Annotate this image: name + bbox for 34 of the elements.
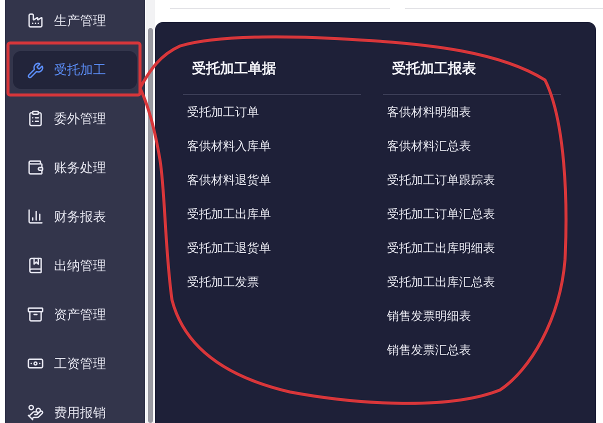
factory-icon — [27, 12, 44, 29]
menu-link[interactable]: 受托加工订单跟踪表 — [383, 163, 561, 197]
menu-link[interactable]: 受托加工订单汇总表 — [383, 197, 561, 231]
menu-link[interactable]: 受托加工出库明细表 — [383, 231, 561, 265]
menu-link[interactable]: 销售发票明细表 — [383, 299, 561, 333]
menu-link[interactable]: 客供材料退货单 — [183, 163, 361, 197]
menu-link[interactable]: 受托加工出库单 — [183, 197, 361, 231]
sidebar-item[interactable]: 生产管理 — [5, 0, 145, 45]
clipboard-icon — [27, 110, 44, 127]
chart-icon — [27, 208, 44, 225]
menu-link[interactable]: 客供材料入库单 — [183, 129, 361, 163]
sidebar-item[interactable]: 财务报表 — [5, 192, 145, 241]
sidebar-item[interactable]: 受托加工 — [13, 51, 137, 89]
menu-link[interactable]: 受托加工退货单 — [183, 231, 361, 265]
scrollbar-thumb[interactable] — [148, 28, 152, 423]
sidebar-item[interactable]: 委外管理 — [5, 94, 145, 143]
menu-link[interactable]: 受托加工发票 — [183, 265, 361, 299]
column-heading: 受托加工单据 — [183, 60, 361, 95]
wallet-icon — [27, 159, 44, 176]
menu-link[interactable]: 客供材料汇总表 — [383, 129, 561, 163]
wrench-icon — [27, 62, 44, 78]
column-heading: 受托加工报表 — [383, 60, 561, 95]
menu-link[interactable]: 销售发票汇总表 — [383, 333, 561, 367]
menu-link[interactable]: 受托加工订单 — [183, 95, 361, 129]
sidebar-item[interactable]: 出纳管理 — [5, 241, 145, 290]
sidebar-item[interactable]: 资产管理 — [5, 290, 145, 339]
sidebar-item[interactable]: 工资管理 — [5, 339, 145, 388]
hand-coins-icon — [27, 404, 44, 421]
sidebar-item[interactable]: 费用报销 — [5, 388, 145, 423]
sidebar-item[interactable]: 账务处理 — [5, 143, 145, 192]
archive-icon — [27, 306, 44, 323]
book-icon — [27, 257, 44, 274]
menu-link[interactable]: 客供材料明细表 — [383, 95, 561, 129]
menu-link[interactable]: 受托加工出库汇总表 — [383, 265, 561, 299]
